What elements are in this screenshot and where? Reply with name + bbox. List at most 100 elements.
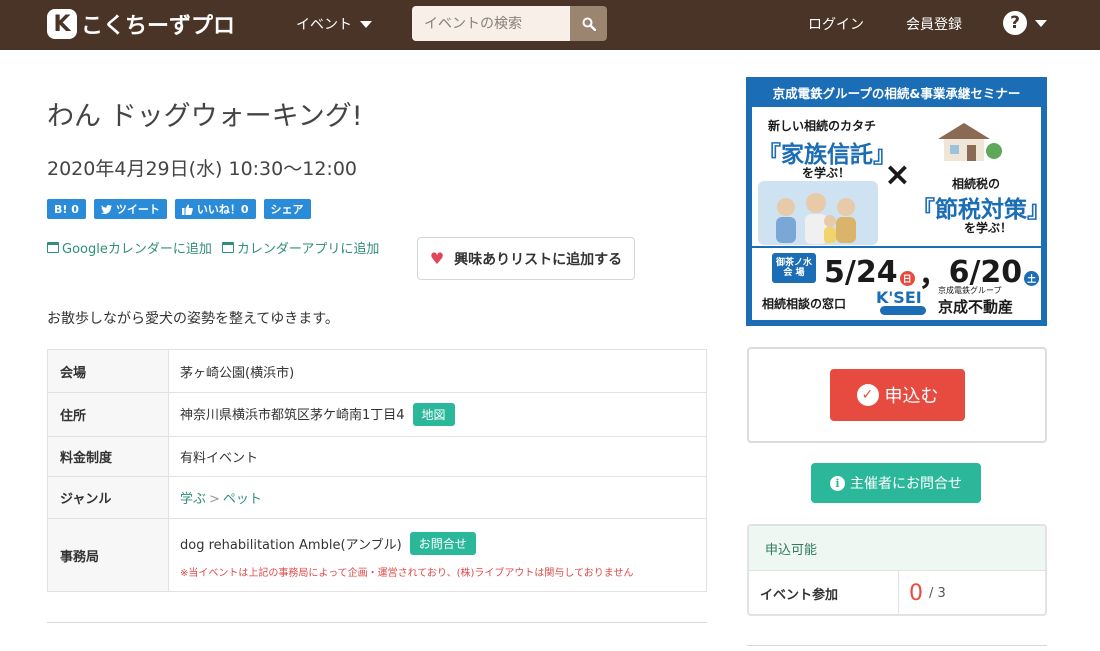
heart-icon: ♥ (429, 249, 445, 268)
registration-status-panel: 申込可能 イベント参加 0 / 3 (747, 524, 1047, 616)
apply-button[interactable]: ✓ 申込む (830, 369, 965, 421)
facebook-share-button[interactable]: シェア (263, 199, 311, 219)
google-calendar-label: Googleカレンダーに追加 (62, 242, 212, 257)
event-title: わん ドッグウォーキング! (47, 101, 363, 132)
help-menu[interactable]: ? (1003, 11, 1047, 35)
help-icon: ? (1003, 11, 1027, 35)
address-label: 住所 (47, 392, 169, 437)
search-input[interactable] (412, 6, 570, 41)
participant-count: 0 (909, 581, 923, 606)
logo-text: こくちーずプロ (81, 14, 236, 39)
divider (747, 645, 1047, 646)
genre-separator: > (209, 492, 220, 507)
calendar-app-label: カレンダーアプリに追加 (236, 242, 380, 257)
genre-link-learn[interactable]: 学ぶ (180, 492, 206, 507)
map-button[interactable]: 地図 (412, 403, 455, 426)
banner-header: 京成電鉄グループの相続&事業承継セミナー (772, 85, 1021, 101)
office-label: 事務局 (47, 518, 169, 592)
kisei-logo-text: K'SEI (876, 288, 922, 307)
banner-learn-text: を学ぶ！ (802, 166, 851, 180)
status-value: 0 / 3 (899, 571, 946, 614)
interest-button-label: 興味ありリストに追加する (454, 251, 623, 268)
add-to-interest-list-button[interactable]: ♥ 興味ありリストに追加する (417, 237, 635, 280)
event-description: お散歩しながら愛犬の姿勢を整えてゆきます。 (47, 311, 339, 327)
google-calendar-link[interactable]: Googleカレンダーに追加 (47, 238, 212, 257)
event-details-table: 会場 茅ヶ崎公園(横浜市) 住所 神奈川県横浜市都筑区茅ケ崎南1丁目4 地図 料金… (47, 349, 707, 592)
office-name: dog rehabilitation Amble(アンブル) (180, 537, 402, 553)
address-value: 神奈川県横浜市都筑区茅ケ崎南1丁目4 (180, 408, 405, 423)
search-box (412, 6, 607, 41)
caret-down-icon (360, 20, 372, 28)
venue-label: 会場 (47, 349, 169, 393)
banner-venue-badge: 御茶ノ水 会 場 (772, 253, 816, 283)
status-state: 申込可能 (749, 526, 1045, 571)
facebook-like-button[interactable]: いいね！0 (174, 199, 256, 219)
like-label: いいね！0 (196, 203, 249, 216)
table-row-venue: 会場 茅ヶ崎公園(横浜市) (47, 349, 707, 393)
share-buttons: B! 0 ツイート いいね！0 シェア (47, 199, 311, 219)
hatena-bookmark-button[interactable]: B! 0 (47, 199, 86, 219)
participant-capacity: / 3 (929, 586, 946, 601)
calendar-app-link[interactable]: カレンダーアプリに追加 (221, 238, 380, 257)
apply-label: 申込む (884, 386, 939, 407)
banner-body: 新しい相続のカタチ 『家族信託』 を学ぶ！ × 相続税の 『節税対策』 を学ぶ！… (752, 107, 1041, 320)
keisei-name: 京成不動産 (938, 298, 1014, 316)
status-label: イベント参加 (749, 571, 899, 614)
banner-day-2: 土 (1024, 270, 1040, 286)
fee-value: 有料イベント (168, 436, 707, 477)
table-row-fee: 料金制度 有料イベント (47, 436, 707, 477)
twitter-bird-icon (100, 204, 112, 214)
banner-cross: × (884, 155, 911, 193)
search-button[interactable] (570, 6, 607, 41)
check-icon: ✓ (856, 384, 879, 406)
table-row-office: 事務局 dog rehabilitation Amble(アンブル) お問合せ ※… (47, 518, 707, 592)
banner-date-1: 5/24 (824, 254, 898, 290)
nav-event-label: イベント (296, 17, 352, 33)
status-row: イベント参加 0 / 3 (749, 571, 1045, 614)
contact-organizer-button[interactable]: i 主催者にお問合せ (811, 463, 981, 503)
table-row-genre: ジャンル 学ぶ > ペット (47, 476, 707, 519)
tweet-label: ツイート (115, 203, 160, 216)
genre-label: ジャンル (47, 476, 169, 519)
contact-label: 主催者にお問合せ (850, 476, 962, 492)
seminar-banner-ad[interactable]: 京成電鉄グループの相続&事業承継セミナー 新しい相続のカタチ 『家族信託』 を学… (746, 77, 1047, 326)
caret-down-icon (1035, 19, 1047, 27)
apply-panel: ✓ 申込む (747, 347, 1047, 443)
thumbs-up-icon (181, 204, 193, 215)
banner-learn-text: を学ぶ！ (964, 221, 1013, 235)
login-link[interactable]: ログイン (808, 14, 864, 34)
house-icon (934, 119, 1004, 163)
top-navbar: K こくちーずプロ イベント ログイン 会員登録 ? (0, 0, 1100, 50)
calendar-icon (47, 242, 59, 253)
event-datetime: 2020年4月29日(水) 10:30〜12:00 (47, 158, 357, 180)
calendar-links: Googleカレンダーに追加 カレンダーアプリに追加 (47, 238, 379, 257)
search-icon (582, 17, 596, 31)
banner-divider (752, 246, 1041, 248)
office-disclaimer: ※当イベントは上記の事務局によって企画・運営されており、(株)ライブアウトは関与… (180, 567, 634, 579)
logo-mark: K (47, 9, 77, 39)
genre-link-pet[interactable]: ペット (223, 492, 262, 507)
genre-cell: 学ぶ > ペット (168, 476, 707, 519)
share-label: シェア (270, 203, 304, 216)
site-logo[interactable]: K こくちーずプロ (47, 8, 235, 40)
calendar-icon (221, 242, 234, 253)
family-photo (758, 181, 878, 245)
kisei-logo: K'SEI (872, 288, 932, 316)
info-icon: i (830, 475, 845, 491)
office-cell: dog rehabilitation Amble(アンブル) お問合せ ※当イベン… (168, 518, 707, 592)
divider (47, 622, 707, 623)
inquiry-button[interactable]: お問合せ (409, 531, 476, 555)
register-link[interactable]: 会員登録 (906, 14, 962, 34)
banner-day-1: 日 (899, 270, 915, 286)
kisei-logo-bar (880, 306, 926, 315)
banner-venue: 御茶ノ水 会 場 (775, 257, 812, 278)
venue-value: 茅ヶ崎公園(横浜市) (168, 349, 707, 393)
table-row-address: 住所 神奈川県横浜市都筑区茅ケ崎南1丁目4 地図 (47, 392, 707, 437)
address-cell: 神奈川県横浜市都筑区茅ケ崎南1丁目4 地図 (168, 392, 707, 437)
family-photo-illustration (776, 193, 856, 244)
keisei-logo: 京成電鉄グループ 京成不動産 (938, 285, 1013, 317)
keisei-group-text: 京成電鉄グループ (938, 286, 1002, 295)
nav-event-menu[interactable]: イベント (296, 14, 372, 34)
fee-label: 料金制度 (47, 436, 169, 477)
tweet-button[interactable]: ツイート (93, 199, 167, 219)
